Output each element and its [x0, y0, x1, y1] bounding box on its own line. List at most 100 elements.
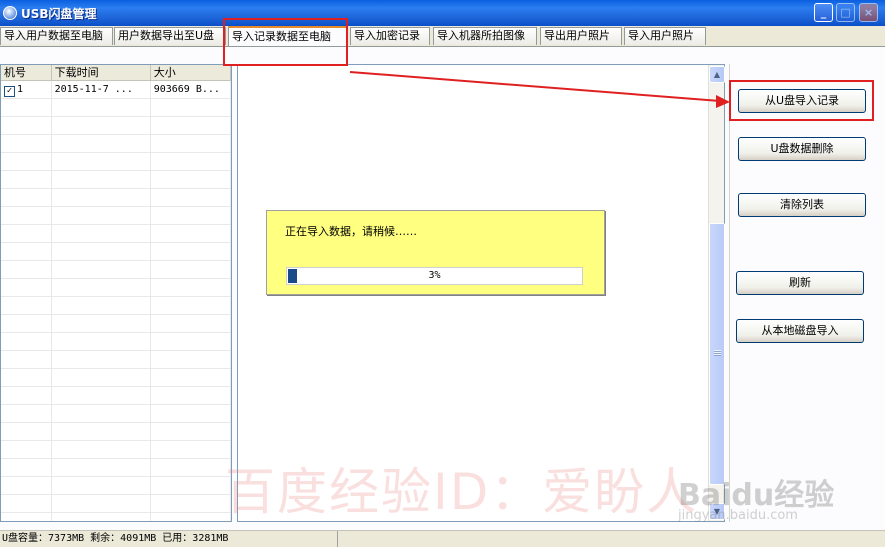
empty-row	[1, 189, 231, 207]
empty-cell	[1, 135, 52, 152]
empty-cell	[151, 279, 231, 296]
empty-cell	[1, 243, 52, 260]
empty-cell	[1, 477, 52, 494]
empty-cell	[52, 243, 151, 260]
scroll-up-icon[interactable]: ▲	[709, 66, 725, 83]
empty-cell	[151, 99, 231, 116]
cell-size: 903669 B...	[151, 81, 231, 98]
tab-import-encrypted[interactable]: 导入加密记录	[350, 27, 430, 45]
empty-cell	[52, 333, 151, 350]
empty-row	[1, 171, 231, 189]
action-panel: 从U盘导入记录 U盘数据删除 清除列表 刷新 从本地磁盘导入	[729, 64, 876, 522]
window-title: USB闪盘管理	[21, 6, 97, 21]
tab-export-user-data[interactable]: 用户数据导出至U盘	[114, 27, 226, 45]
grip-icon	[714, 350, 721, 356]
empty-cell	[151, 261, 231, 278]
empty-cell	[1, 369, 52, 386]
empty-row	[1, 423, 231, 441]
empty-cell	[1, 207, 52, 224]
clear-list-button[interactable]: 清除列表	[738, 193, 866, 217]
row-checkbox[interactable]: ✓	[4, 86, 15, 97]
empty-cell	[1, 279, 52, 296]
empty-cell	[52, 225, 151, 242]
empty-cell	[1, 333, 52, 350]
empty-cell	[52, 387, 151, 404]
empty-cell	[151, 189, 231, 206]
empty-row	[1, 117, 231, 135]
progress-dialog: 正在导入数据，请稍候…… 3%	[266, 210, 605, 295]
minimize-button[interactable]: _	[814, 3, 833, 22]
empty-cell	[151, 171, 231, 188]
tab-import-user-photos[interactable]: 导入用户照片	[624, 27, 706, 45]
empty-row	[1, 405, 231, 423]
empty-cell	[52, 423, 151, 440]
empty-cell	[1, 225, 52, 242]
list-item[interactable]: ✓ 1 2015-11-7 ... 903669 B...	[1, 81, 231, 99]
maximize-button[interactable]: □	[836, 3, 855, 22]
empty-cell	[151, 225, 231, 242]
empty-cell	[52, 261, 151, 278]
empty-cell	[151, 153, 231, 170]
empty-cell	[1, 99, 52, 116]
empty-cell	[52, 477, 151, 494]
vertical-scrollbar[interactable]: ▲ ▼	[708, 65, 725, 521]
tab-import-user-data[interactable]: 导入用户数据至电脑	[0, 27, 113, 45]
app-icon	[3, 6, 17, 20]
tab-export-user-photos[interactable]: 导出用户照片	[540, 27, 622, 45]
empty-cell	[1, 495, 52, 512]
empty-cell	[1, 117, 52, 134]
import-local-button[interactable]: 从本地磁盘导入	[736, 319, 864, 343]
empty-cell	[52, 99, 151, 116]
empty-cell	[52, 441, 151, 458]
highlight-tab-box	[223, 18, 348, 66]
empty-cell	[1, 351, 52, 368]
empty-row	[1, 477, 231, 495]
scroll-thumb[interactable]	[709, 223, 725, 485]
empty-row	[1, 441, 231, 459]
title-bar: USB闪盘管理 _ □ ×	[0, 0, 885, 26]
tab-strip: 导入用户数据至电脑 用户数据导出至U盘 导入记录数据至电脑 导入加密记录 导入机…	[0, 26, 885, 46]
progress-percent: 3%	[428, 270, 441, 281]
empty-row	[1, 387, 231, 405]
empty-cell	[151, 459, 231, 476]
column-download-time[interactable]: 下载时间	[52, 65, 151, 80]
empty-row	[1, 243, 231, 261]
empty-cell	[151, 117, 231, 134]
refresh-button[interactable]: 刷新	[736, 271, 864, 295]
empty-cell	[151, 405, 231, 422]
empty-row	[1, 99, 231, 117]
empty-cell	[151, 207, 231, 224]
empty-cell	[1, 189, 52, 206]
close-button[interactable]: ×	[859, 3, 878, 22]
empty-row	[1, 207, 231, 225]
empty-cell	[1, 405, 52, 422]
empty-cell	[151, 495, 231, 512]
delete-u-data-button[interactable]: U盘数据删除	[738, 137, 866, 161]
empty-row	[1, 459, 231, 477]
empty-cell	[1, 315, 52, 332]
machine-number: 1	[17, 84, 24, 95]
empty-cell	[52, 135, 151, 152]
record-list[interactable]: 机号 下载时间 大小 ✓ 1 2015-11-7 ... 903669 B...	[0, 64, 232, 522]
empty-cell	[52, 495, 151, 512]
empty-cell	[52, 513, 151, 521]
empty-cell	[52, 189, 151, 206]
empty-row	[1, 333, 231, 351]
watermark-text: 百度经验ID：爱盼人	[225, 463, 699, 521]
empty-cell	[1, 513, 52, 521]
empty-cell	[151, 513, 231, 521]
empty-cell	[151, 387, 231, 404]
empty-row	[1, 351, 231, 369]
column-machine-number[interactable]: 机号	[1, 65, 52, 80]
empty-cell	[151, 369, 231, 386]
empty-cell	[52, 279, 151, 296]
empty-cell	[52, 369, 151, 386]
tab-import-machine-images[interactable]: 导入机器所拍图像	[433, 27, 537, 45]
empty-row	[1, 279, 231, 297]
empty-cell	[151, 333, 231, 350]
column-size[interactable]: 大小	[151, 65, 231, 80]
empty-cell	[52, 351, 151, 368]
empty-cell	[1, 423, 52, 440]
empty-cell	[151, 477, 231, 494]
empty-row	[1, 261, 231, 279]
